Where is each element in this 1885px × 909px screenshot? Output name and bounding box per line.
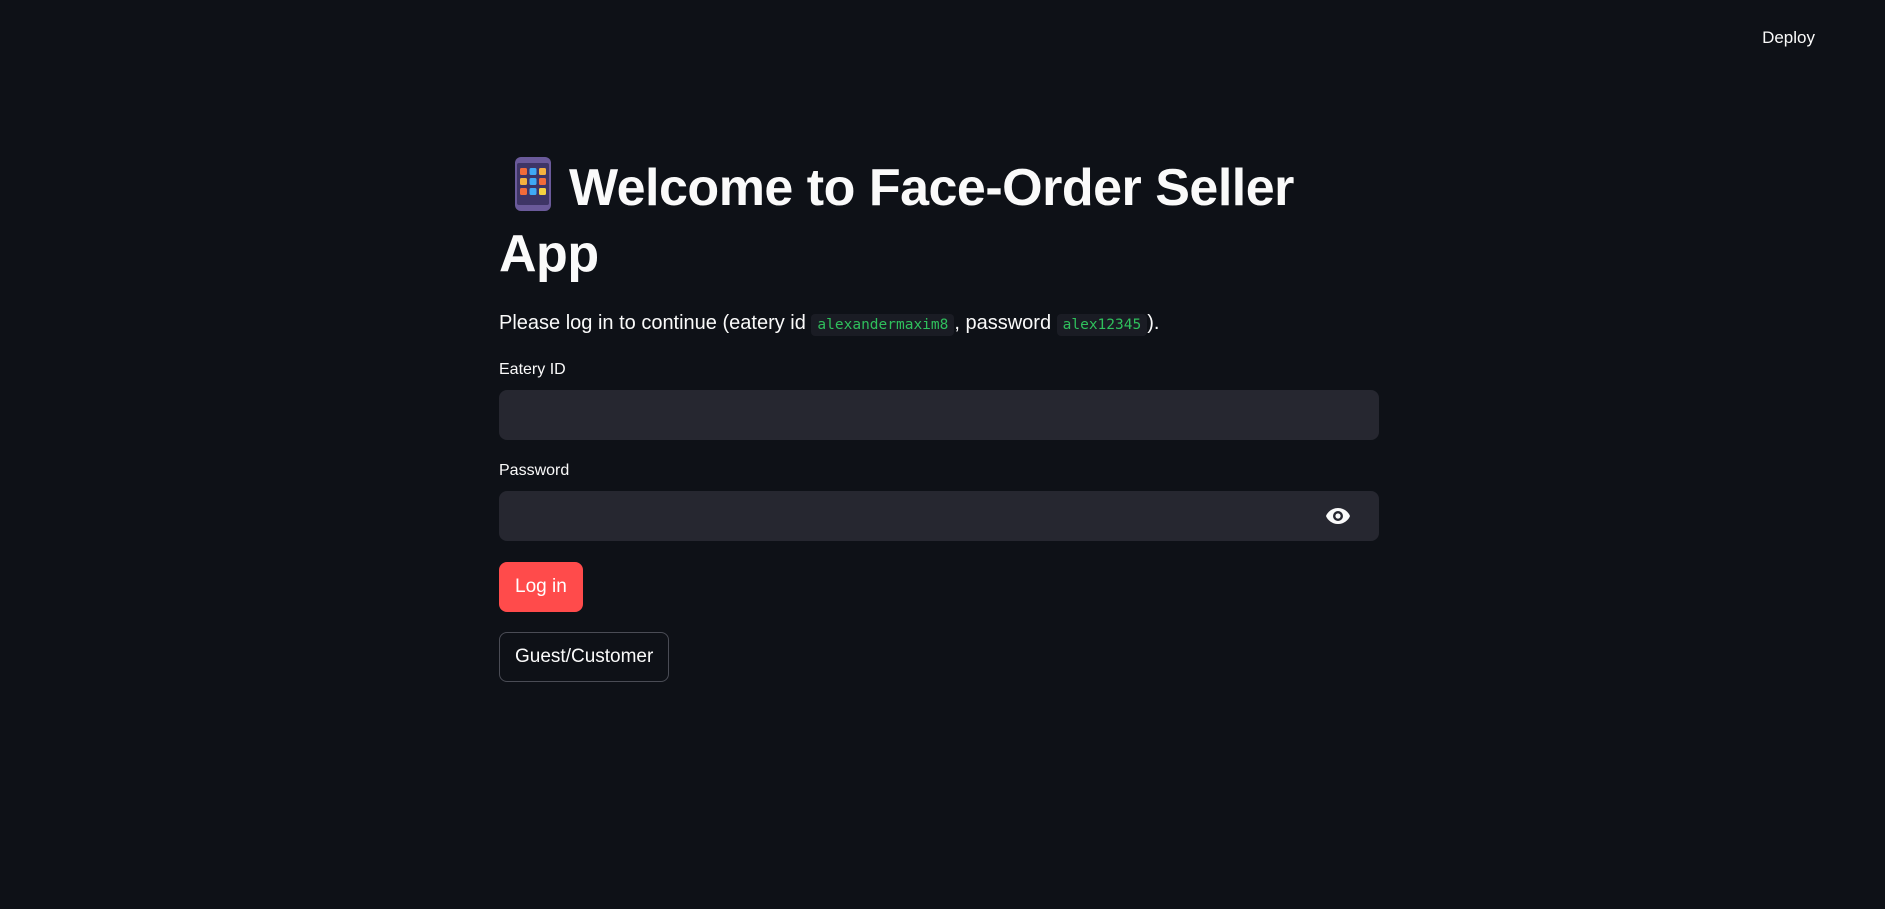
intro-text: Please log in to continue (eatery id ale… (499, 309, 1379, 339)
page-title: Welcome to Face-Order Seller App (499, 155, 1379, 287)
password-input[interactable] (499, 491, 1379, 541)
main-content: Welcome to Face-Order Seller App Please … (499, 155, 1379, 682)
password-field (499, 491, 1379, 541)
guest-customer-button[interactable]: Guest/Customer (499, 632, 670, 682)
top-bar: Deploy (0, 0, 1885, 60)
page-title-text: Welcome to Face-Order Seller App (499, 159, 1294, 283)
eatery-id-label: Eatery ID (499, 361, 566, 378)
eatery-id-code: alexandermaxim8 (811, 314, 955, 336)
password-code: alex12345 (1056, 314, 1148, 336)
eye-icon[interactable] (1325, 506, 1351, 526)
intro-suffix: ). (1147, 312, 1160, 334)
mobile-phone-icon (515, 157, 551, 211)
deploy-button[interactable]: Deploy (1762, 28, 1815, 48)
intro-mid: , password (954, 312, 1057, 334)
log-in-button[interactable]: Log in (499, 562, 583, 612)
eatery-id-input[interactable] (499, 390, 1379, 440)
password-label: Password (499, 462, 570, 479)
intro-prefix: Please log in to continue (eatery id (499, 312, 812, 334)
